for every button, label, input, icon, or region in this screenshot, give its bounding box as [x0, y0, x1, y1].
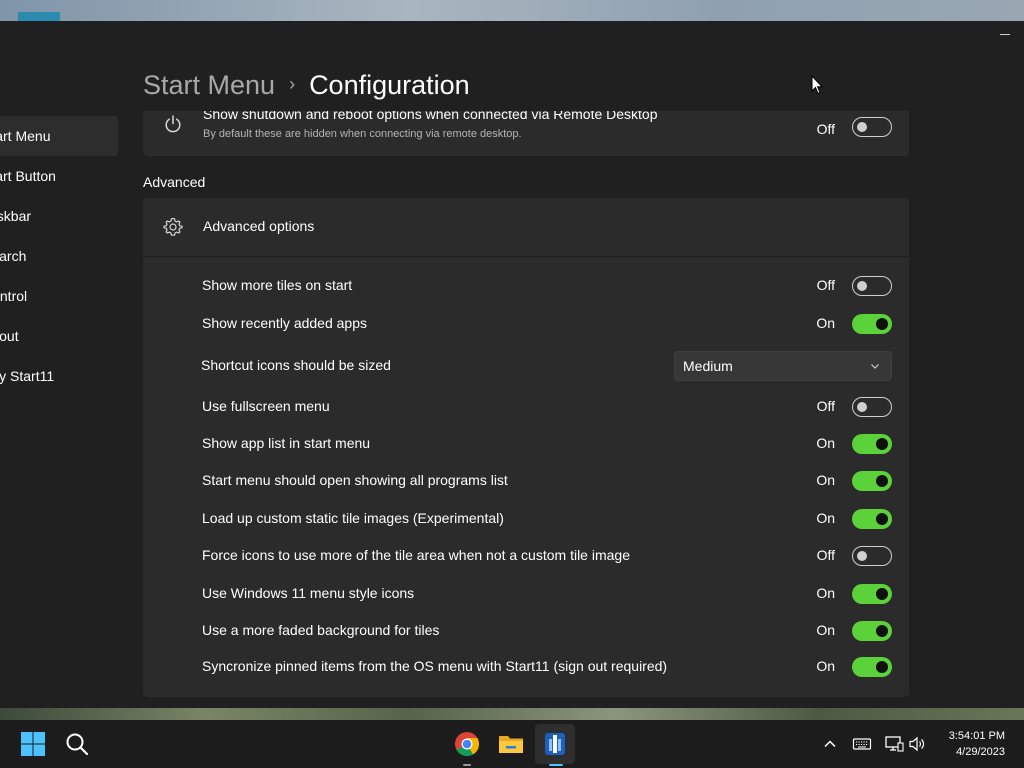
setting-toggle[interactable]	[852, 657, 892, 677]
setting-label: Syncronize pinned items from the OS menu…	[202, 658, 668, 674]
setting-toggle[interactable]	[852, 621, 892, 641]
start11-active-indicator	[549, 764, 563, 766]
start11-icon[interactable]	[541, 730, 569, 758]
setting-label: Use fullscreen menu	[202, 398, 330, 414]
sidebar-item-about[interactable]: About	[0, 316, 118, 356]
power-icon	[165, 115, 181, 133]
settings-content[interactable]: Show shutdown and reboot options when co…	[143, 111, 909, 709]
setting-state: On	[816, 585, 835, 601]
setting-toggle[interactable]	[852, 314, 892, 334]
setting-state: On	[816, 435, 835, 451]
sidebar-item-label: About	[0, 328, 19, 344]
setting-row: Show more tiles on start Off	[143, 271, 909, 301]
volume-icon[interactable]	[908, 734, 928, 754]
setting-state: Off	[816, 398, 835, 414]
setting-label: Show app list in start menu	[202, 435, 371, 451]
setting-state: On	[816, 315, 835, 331]
remote-setting-state: Off	[816, 121, 835, 137]
setting-row: Shortcut icons should be sized Medium	[143, 351, 909, 381]
icon-size-dropdown[interactable]: Medium	[674, 351, 892, 381]
remote-setting-toggle[interactable]	[852, 117, 892, 137]
setting-row: Syncronize pinned items from the OS menu…	[143, 652, 909, 682]
background-window-edge	[18, 12, 60, 21]
search-icon[interactable]	[63, 730, 91, 758]
setting-row: Start menu should open showing all progr…	[143, 466, 909, 496]
setting-toggle[interactable]	[852, 434, 892, 454]
setting-toggle[interactable]	[852, 584, 892, 604]
setting-label: Shortcut icons should be sized	[201, 357, 391, 373]
app-window: Start Menu›Configuration Start MenuStart…	[0, 21, 1024, 709]
network-icon[interactable]	[884, 734, 904, 754]
breadcrumb-parent[interactable]: Start Menu	[143, 70, 275, 100]
sidebar-item-label: Taskbar	[0, 208, 32, 224]
setting-row: Show app list in start menu On	[143, 429, 909, 459]
chevron-up-icon[interactable]	[820, 734, 840, 754]
setting-toggle[interactable]	[852, 276, 892, 296]
setting-row: Force icons to use more of the tile area…	[143, 541, 909, 571]
setting-label: Load up custom static tile images (Exper…	[202, 510, 504, 526]
setting-row: Use a more faded background for tiles On	[143, 616, 909, 646]
chrome-running-indicator	[463, 764, 471, 766]
system-clock[interactable]: 3:54:01 PM 4/29/2023	[949, 728, 1005, 760]
sidebar-item-label: Buy Start11	[0, 368, 55, 384]
sidebar-item-control[interactable]: Control	[0, 276, 118, 316]
sidebar-item-label: Start Menu	[0, 128, 51, 144]
keyboard-icon[interactable]	[852, 734, 872, 754]
breadcrumb-separator: ›	[289, 74, 296, 94]
gear-icon	[163, 217, 183, 236]
setting-state: On	[816, 622, 835, 638]
setting-state: Off	[816, 277, 835, 293]
setting-row: Use Windows 11 menu style icons On	[143, 579, 909, 609]
setting-label: Start menu should open showing all progr…	[202, 472, 508, 488]
setting-state: On	[816, 658, 835, 674]
remote-desktop-setting-card: Show shutdown and reboot options when co…	[143, 111, 909, 156]
remote-setting-label: Show shutdown and reboot options when co…	[203, 111, 658, 122]
sidebar-item-start-menu[interactable]: Start Menu	[0, 116, 118, 156]
setting-state: Off	[816, 547, 835, 563]
sidebar-item-label: Control	[0, 288, 28, 304]
setting-state: On	[816, 510, 835, 526]
windows-start-icon[interactable]	[19, 730, 47, 758]
setting-label: Use a more faded background for tiles	[202, 622, 440, 638]
setting-toggle[interactable]	[852, 546, 892, 566]
file-explorer-icon[interactable]	[497, 730, 525, 758]
breadcrumb: Start Menu › Configuration	[143, 70, 470, 101]
setting-label: Use Windows 11 menu style icons	[202, 585, 415, 601]
sidebar-item-start-button[interactable]: Start Button	[0, 156, 118, 196]
advanced-options-label: Advanced options	[203, 218, 315, 234]
setting-toggle[interactable]	[852, 397, 892, 417]
desktop-wallpaper-bottom	[0, 708, 1024, 720]
sidebar-item-taskbar[interactable]: Taskbar	[0, 196, 118, 236]
page-title: Configuration	[309, 70, 470, 100]
mouse-cursor-icon	[811, 75, 823, 95]
setting-row: Load up custom static tile images (Exper…	[143, 504, 909, 534]
chevron-down-icon	[871, 364, 879, 369]
clock-time: 3:54:01 PM	[948, 730, 1005, 742]
setting-row: Show recently added apps On	[143, 309, 909, 339]
sidebar-item-buy-start11[interactable]: Buy Start11	[0, 356, 118, 396]
setting-toggle[interactable]	[852, 509, 892, 529]
sidebar-item-label: Start Button	[0, 168, 56, 184]
section-title-advanced: Advanced	[143, 174, 206, 190]
setting-label: Show more tiles on start	[202, 277, 353, 293]
sidebar-item-label: Search	[0, 248, 27, 264]
setting-toggle[interactable]	[852, 471, 892, 491]
advanced-options-header[interactable]: Advanced options	[143, 198, 909, 256]
setting-row: Use fullscreen menu Off	[143, 392, 909, 422]
sidebar: Start Menu Start Button Taskbar Search Contr…	[0, 116, 118, 396]
advanced-options-list: Show more tiles on start Off Show recently…	[143, 257, 909, 697]
dropdown-selected-value: Medium	[683, 358, 733, 374]
setting-label: Show recently added apps	[202, 315, 367, 331]
taskbar: 3:54:01 PM 4/29/2023	[0, 720, 1024, 768]
desktop-wallpaper-top	[0, 0, 1024, 21]
chrome-icon[interactable]	[453, 730, 481, 758]
setting-state: On	[816, 472, 835, 488]
sidebar-item-search[interactable]: Search	[0, 236, 118, 276]
clock-date: 4/29/2023	[956, 746, 1005, 758]
minimize-button[interactable]	[1000, 25, 1010, 37]
setting-label: Force icons to use more of the tile area…	[202, 547, 630, 563]
remote-setting-description: By default these are hidden when connect…	[203, 128, 522, 140]
